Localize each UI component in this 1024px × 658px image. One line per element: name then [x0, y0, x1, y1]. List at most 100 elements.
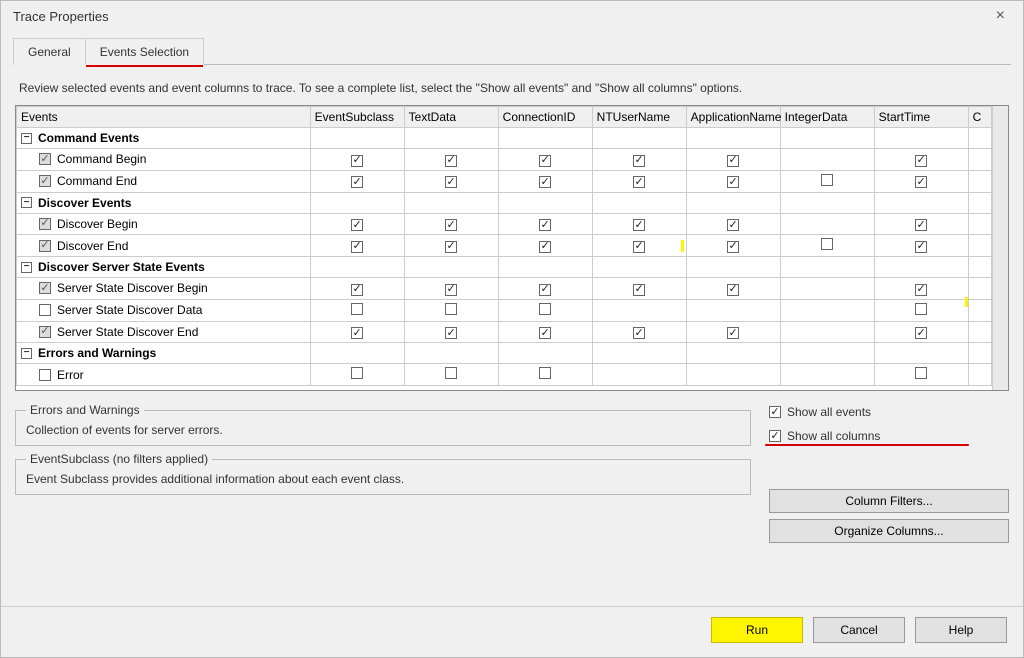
grid-checkbox[interactable]: [351, 367, 363, 379]
grid-checkbox[interactable]: ✓: [727, 241, 739, 253]
column-header[interactable]: StartTime: [874, 107, 968, 128]
grid-cell[interactable]: ✓: [310, 149, 404, 171]
event-row-checkbox[interactable]: ✓: [39, 218, 51, 230]
grid-cell[interactable]: [310, 299, 404, 321]
grid-cell[interactable]: ✓: [498, 235, 592, 257]
grid-cell[interactable]: ✓: [404, 149, 498, 171]
event-row-checkbox[interactable]: [39, 369, 51, 381]
grid-cell[interactable]: ✓: [310, 213, 404, 235]
event-cell[interactable]: ✓Command End: [17, 170, 311, 192]
grid-cell[interactable]: ✓: [310, 170, 404, 192]
grid-cell[interactable]: [404, 299, 498, 321]
column-header[interactable]: C: [968, 107, 991, 128]
grid-cell[interactable]: [686, 364, 780, 386]
grid-cell[interactable]: ✓: [686, 278, 780, 300]
event-row-checkbox[interactable]: ✓: [39, 153, 51, 165]
grid-cell[interactable]: [780, 170, 874, 192]
grid-cell[interactable]: ✓: [498, 321, 592, 343]
event-row-checkbox[interactable]: ✓: [39, 240, 51, 252]
grid-checkbox[interactable]: [445, 367, 457, 379]
grid-cell[interactable]: [310, 364, 404, 386]
grid-cell[interactable]: [780, 213, 874, 235]
tree-collapse-icon[interactable]: −: [21, 262, 32, 273]
grid-cell[interactable]: ✓: [874, 235, 968, 257]
grid-checkbox[interactable]: ✓: [445, 155, 457, 167]
column-header[interactable]: TextData: [404, 107, 498, 128]
grid-cell[interactable]: [592, 299, 686, 321]
event-cell[interactable]: ✓Command Begin: [17, 149, 311, 171]
grid-cell[interactable]: ✓: [874, 170, 968, 192]
grid-checkbox[interactable]: [915, 303, 927, 315]
grid-cell[interactable]: ✓: [404, 235, 498, 257]
event-cell[interactable]: ✓Server State Discover End: [17, 321, 311, 343]
event-cell[interactable]: Error: [17, 364, 311, 386]
column-header[interactable]: ConnectionID: [498, 107, 592, 128]
organize-columns-button[interactable]: Organize Columns...: [769, 519, 1009, 543]
grid-cell[interactable]: ✓: [404, 321, 498, 343]
grid-cell[interactable]: ✓: [686, 170, 780, 192]
grid-cell[interactable]: ✓: [498, 278, 592, 300]
grid-checkbox[interactable]: [539, 303, 551, 315]
grid-cell[interactable]: ✓: [874, 278, 968, 300]
grid-checkbox[interactable]: ✓: [915, 284, 927, 296]
column-header[interactable]: EventSubclass: [310, 107, 404, 128]
grid-cell[interactable]: [592, 364, 686, 386]
grid-checkbox[interactable]: ✓: [539, 241, 551, 253]
grid-cell[interactable]: ✓: [874, 149, 968, 171]
grid-cell[interactable]: ✓: [592, 170, 686, 192]
grid-cell[interactable]: [780, 364, 874, 386]
event-row-checkbox[interactable]: [39, 304, 51, 316]
grid-checkbox[interactable]: ✓: [727, 327, 739, 339]
grid-checkbox[interactable]: ✓: [351, 327, 363, 339]
tab-events-selection[interactable]: Events Selection: [85, 38, 204, 65]
grid-cell[interactable]: ✓: [310, 321, 404, 343]
grid-cell[interactable]: ✓: [310, 278, 404, 300]
grid-cell[interactable]: [874, 364, 968, 386]
grid-cell[interactable]: ✓: [686, 213, 780, 235]
grid-checkbox[interactable]: [445, 303, 457, 315]
show-all-events-checkbox[interactable]: ✓: [769, 406, 781, 418]
close-icon[interactable]: ×: [990, 7, 1011, 25]
grid-checkbox[interactable]: ✓: [351, 219, 363, 231]
grid-checkbox[interactable]: ✓: [633, 155, 645, 167]
grid-cell[interactable]: ✓: [592, 278, 686, 300]
grid-checkbox[interactable]: ✓: [351, 284, 363, 296]
grid-cell[interactable]: ✓: [874, 213, 968, 235]
grid-checkbox[interactable]: [915, 367, 927, 379]
grid-cell[interactable]: ✓: [592, 235, 686, 257]
grid-checkbox[interactable]: ✓: [915, 241, 927, 253]
grid-checkbox[interactable]: ✓: [445, 219, 457, 231]
grid-cell[interactable]: [498, 299, 592, 321]
grid-cell[interactable]: [780, 299, 874, 321]
grid-cell[interactable]: ✓: [404, 278, 498, 300]
grid-cell[interactable]: ✓: [498, 170, 592, 192]
grid-cell[interactable]: ✓: [592, 213, 686, 235]
event-row-checkbox[interactable]: ✓: [39, 175, 51, 187]
grid-cell[interactable]: ✓: [686, 149, 780, 171]
grid-checkbox[interactable]: ✓: [727, 284, 739, 296]
grid-cell[interactable]: ✓: [874, 321, 968, 343]
grid-cell[interactable]: ✓: [686, 321, 780, 343]
grid-checkbox[interactable]: ✓: [727, 155, 739, 167]
grid-cell[interactable]: [686, 299, 780, 321]
cancel-button[interactable]: Cancel: [813, 617, 905, 643]
grid-checkbox[interactable]: ✓: [445, 284, 457, 296]
grid-checkbox[interactable]: ✓: [915, 155, 927, 167]
grid-checkbox[interactable]: ✓: [351, 241, 363, 253]
event-row-checkbox[interactable]: ✓: [39, 326, 51, 338]
grid-checkbox[interactable]: ✓: [915, 327, 927, 339]
event-cell[interactable]: Server State Discover Data: [17, 299, 311, 321]
grid-checkbox[interactable]: ✓: [539, 176, 551, 188]
grid-checkbox[interactable]: ✓: [633, 176, 645, 188]
grid-checkbox[interactable]: ✓: [539, 219, 551, 231]
event-row-checkbox[interactable]: ✓: [39, 282, 51, 294]
grid-cell[interactable]: ✓: [592, 149, 686, 171]
grid-checkbox[interactable]: ✓: [727, 219, 739, 231]
grid-checkbox[interactable]: ✓: [445, 176, 457, 188]
tree-collapse-icon[interactable]: −: [21, 133, 32, 144]
tree-collapse-icon[interactable]: −: [21, 197, 32, 208]
grid-cell[interactable]: ✓: [404, 170, 498, 192]
grid-checkbox[interactable]: ✓: [633, 219, 645, 231]
help-button[interactable]: Help: [915, 617, 1007, 643]
grid-checkbox[interactable]: ✓: [445, 241, 457, 253]
